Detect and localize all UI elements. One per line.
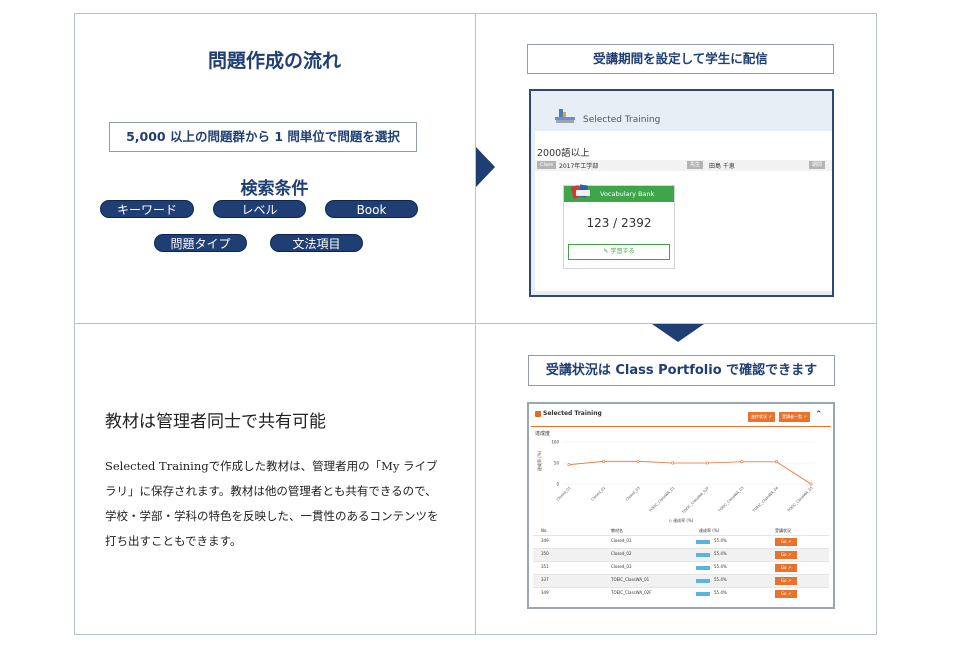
table-row: 349 TOEIC_ClassWA_02F 55.4% Go ↗ [533,587,829,600]
rate-bar [696,579,710,583]
col-status: 受講状況 [775,528,791,533]
row-no: 337 [541,577,549,582]
y-tick-label: 100 [551,440,559,445]
study-button[interactable]: ✎ 学習する [568,244,670,260]
row-rate: 55.4% [714,538,727,543]
teacher-value: 田島 千恵 [709,163,735,170]
distribute-box: 受講期間を設定して学生に配信 [527,44,834,74]
row-name: Closed_03 [611,564,632,569]
card-header: Vocabulary Bank [564,184,674,202]
horizontal-divider [74,323,877,324]
x-tick-label: TOEIC_ClassWA_03 [717,486,745,514]
cp-app-title: Selected Training [535,410,602,417]
vocabulary-books-icon [570,184,590,199]
col-no: No. [541,528,548,533]
materials-table: No. 教材名 達成率 (%) 受講状況 349 Closed_01 55.4%… [533,526,829,600]
question-select-box: 5,000 以上の問題群から 1 問単位で問題を選択 [109,122,417,152]
header-separator [531,426,831,427]
legend-label: ◇ 達成率 (%) [669,517,694,523]
selected-training-screenshot: Selected Training 2000語以上 Class 2017年工学部… [529,89,834,297]
row-name: TOEIC_ClassWA_01 [611,577,650,582]
row-name: Closed_02 [611,551,632,556]
search-conditions-title: 検索条件 [240,179,309,199]
go-button[interactable]: Go ↗ [775,551,797,559]
vocabulary-bank-card[interactable]: Vocabulary Bank 123 / 2392 ✎ 学習する [563,184,675,269]
card-title: Vocabulary Bank [600,190,655,198]
data-point [671,461,675,465]
x-tick-label: TOEIC_ClassWA_02F [681,486,710,515]
period-tag: 期間 [809,161,826,169]
data-point [636,459,640,463]
row-no: 351 [541,564,549,569]
cp-app-title-text: Selected Training [543,410,602,417]
chevron-up-icon[interactable]: ⌃ [815,410,823,420]
col-rate: 達成率 (%) [699,528,720,533]
data-point [705,461,709,465]
achievement-line-chart: 100 50 0 達成率 (%) Closed_01 Closed_02 Closed_03… [536,440,815,523]
row-name: Closed_01 [611,538,632,543]
series-line [568,460,812,485]
y-axis-label: 達成率 (%) [536,450,542,471]
sharing-title: 教材は管理者同士で共有可能 [105,412,326,432]
learners-list-button[interactable]: 受講者一覧 ↗ [779,412,810,422]
grammar-pill: 文法項目 [270,234,363,252]
data-point [809,482,813,486]
x-tick-label: TOEIC_ClassWA_01 [648,486,676,514]
row-no: 350 [541,551,549,556]
table-row: 349 Closed_01 55.4% Go ↗ [533,535,829,548]
go-button[interactable]: Go ↗ [775,577,797,585]
card-count: 123 / 2392 [586,216,652,230]
y-tick-label: 0 [556,482,559,487]
x-tick-label: Closed_02 [590,486,606,502]
x-tick-label: TOEIC_ClassWA_05 [786,486,814,514]
go-button[interactable]: Go ↗ [775,538,797,546]
flow-title: 問題作成の流れ [207,50,341,72]
keyword-pill: キーワード [100,200,194,218]
data-point [567,463,571,467]
books-icon [555,109,575,123]
arrow-right-icon [476,147,495,187]
x-tick-label: Closed_03 [625,486,641,502]
table-row: 337 TOEIC_ClassWA_01 55.4% Go ↗ [533,574,829,587]
go-button[interactable]: Go ↗ [775,564,797,572]
go-button[interactable]: Go ↗ [775,590,797,598]
x-tick-label: TOEIC_ClassWA_04 [751,485,779,513]
progress-button[interactable]: 進捗状況 ↗ [748,412,775,422]
level-pill: レベル [213,200,306,218]
x-tick-label: Closed_01 [556,486,572,502]
col-name: 教材名 [611,528,623,533]
teacher-tag: 先生 [687,161,704,169]
row-no: 349 [541,538,549,543]
app-logo-icon [535,410,541,417]
table-row: 351 Closed_03 55.4% Go ↗ [533,561,829,574]
y-tick-label: 50 [554,461,560,466]
data-point [774,460,778,464]
question-type-pill: 問題タイプ [154,234,247,252]
rate-bar [696,540,710,544]
vertical-divider [475,13,476,635]
book-pill: Book [325,200,418,218]
portfolio-box: 受講状況は Class Portfolio で確認できます [528,355,835,386]
row-no: 349 [541,590,549,595]
data-point [602,459,606,463]
table-row: 350 Closed_02 55.4% Go ↗ [533,548,829,561]
row-rate: 55.4% [714,590,727,595]
training-subtitle: 2000語以上 [537,148,590,159]
class-portfolio-screenshot: Selected Training 進捗状況 ↗ 受講者一覧 ↗ ⌃ 達成度 1… [527,402,835,609]
info-row: Class 2017年工学部 先生 田島 千恵 期間 [535,160,832,171]
rate-bar [696,566,710,570]
rate-bar [696,592,710,596]
row-rate: 55.4% [714,551,727,556]
arrow-down-icon [652,324,704,342]
row-rate: 55.4% [714,564,727,569]
row-rate: 55.4% [714,577,727,582]
table-header: No. 教材名 達成率 (%) 受講状況 [533,526,829,535]
class-value: 2017年工学部 [559,163,599,170]
rate-bar [696,553,710,557]
data-point [740,460,744,464]
row-name: TOEIC_ClassWA_02F [611,590,652,595]
app-title: Selected Training [583,115,661,125]
sharing-description: Selected Trainingで作成した教材は、管理者用の「My ライブラリ… [105,459,439,548]
class-tag: Class [537,161,557,169]
